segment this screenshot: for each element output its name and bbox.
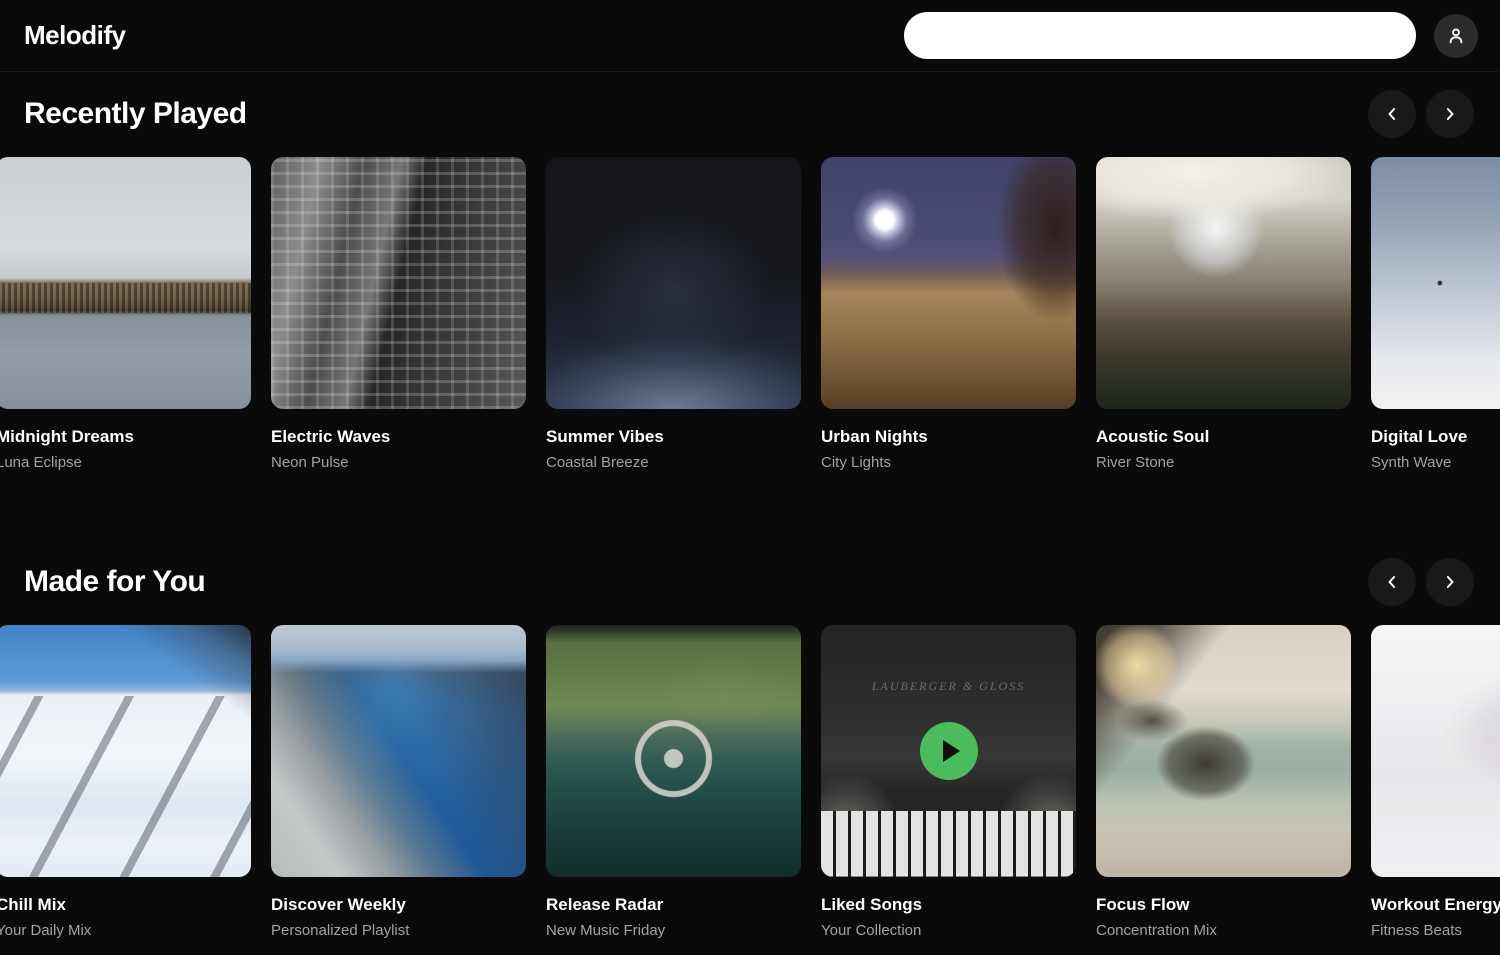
album-art xyxy=(546,157,801,409)
app-header: Melodify xyxy=(0,0,1500,72)
card-subtitle: Synth Wave xyxy=(1371,454,1500,472)
card-subtitle: Your Collection xyxy=(821,922,1076,940)
album-art xyxy=(271,625,526,877)
playlist-card-discover-weekly[interactable]: Discover Weekly Personalized Playlist xyxy=(271,625,526,940)
playlist-card-chill-mix[interactable]: Chill Mix Your Daily Mix xyxy=(0,625,251,940)
album-art xyxy=(1371,625,1500,877)
playlist-card-acoustic-soul[interactable]: Acoustic Soul River Stone xyxy=(1096,157,1351,472)
carousel-nav xyxy=(1368,90,1474,138)
carousel-nav xyxy=(1368,558,1474,606)
section-title: Recently Played xyxy=(24,96,247,132)
playlist-card-workout-energy[interactable]: Workout Energy Fitness Beats xyxy=(1371,625,1500,940)
playlist-card-digital-love[interactable]: Digital Love Synth Wave xyxy=(1371,157,1500,472)
album-art xyxy=(821,157,1076,409)
card-title: Chill Mix xyxy=(0,894,251,915)
main-content: Recently Played Midnight Dreams Luna Ecl… xyxy=(0,72,1500,940)
card-subtitle: Concentration Mix xyxy=(1096,922,1351,940)
album-art xyxy=(271,157,526,409)
playlist-card-release-radar[interactable]: Release Radar New Music Friday xyxy=(546,625,801,940)
section-recently-played: Recently Played Midnight Dreams Luna Ecl… xyxy=(0,72,1500,472)
search-input[interactable] xyxy=(904,12,1416,59)
card-title: Electric Waves xyxy=(271,426,526,447)
card-title: Focus Flow xyxy=(1096,894,1351,915)
user-profile-button[interactable] xyxy=(1434,14,1478,58)
card-subtitle: Coastal Breeze xyxy=(546,454,801,472)
section-title: Made for You xyxy=(24,564,205,600)
card-title: Urban Nights xyxy=(821,426,1076,447)
card-row-made-for-you: Chill Mix Your Daily Mix Discover Weekly… xyxy=(0,625,1500,940)
card-title: Release Radar xyxy=(546,894,801,915)
card-title: Workout Energy xyxy=(1371,894,1500,915)
play-button[interactable] xyxy=(920,722,978,780)
card-title: Liked Songs xyxy=(821,894,1076,915)
chevron-left-icon xyxy=(1382,104,1402,124)
card-subtitle: City Lights xyxy=(821,454,1076,472)
card-subtitle: Personalized Playlist xyxy=(271,922,526,940)
chevron-right-icon xyxy=(1440,572,1460,592)
card-title: Summer Vibes xyxy=(546,426,801,447)
playlist-card-midnight-dreams[interactable]: Midnight Dreams Luna Eclipse xyxy=(0,157,251,472)
card-title: Midnight Dreams xyxy=(0,426,251,447)
playlist-card-electric-waves[interactable]: Electric Waves Neon Pulse xyxy=(271,157,526,472)
card-row-recently-played: Midnight Dreams Luna Eclipse Electric Wa… xyxy=(0,157,1500,472)
playlist-card-focus-flow[interactable]: Focus Flow Concentration Mix xyxy=(1096,625,1351,940)
section-made-for-you: Made for You Chill Mix Your Daily Mix Di… xyxy=(0,540,1500,940)
carousel-prev-button[interactable] xyxy=(1368,90,1416,138)
album-art xyxy=(1096,625,1351,877)
card-subtitle: Luna Eclipse xyxy=(0,454,251,472)
piano-brand-text: LAUBERGER & GLOSS xyxy=(821,679,1076,694)
card-subtitle: River Stone xyxy=(1096,454,1351,472)
album-art xyxy=(0,625,251,877)
chevron-left-icon xyxy=(1382,572,1402,592)
app-logo: Melodify xyxy=(24,20,125,51)
card-subtitle: Neon Pulse xyxy=(271,454,526,472)
playlist-card-urban-nights[interactable]: Urban Nights City Lights xyxy=(821,157,1076,472)
card-subtitle: New Music Friday xyxy=(546,922,801,940)
album-art xyxy=(1096,157,1351,409)
album-art: LAUBERGER & GLOSS xyxy=(821,625,1076,877)
chevron-right-icon xyxy=(1440,104,1460,124)
album-art xyxy=(0,157,251,409)
card-subtitle: Your Daily Mix xyxy=(0,922,251,940)
user-icon xyxy=(1445,25,1467,47)
section-head: Made for You xyxy=(0,540,1500,606)
card-title: Acoustic Soul xyxy=(1096,426,1351,447)
card-title: Digital Love xyxy=(1371,426,1500,447)
card-subtitle: Fitness Beats xyxy=(1371,922,1500,940)
album-art xyxy=(546,625,801,877)
carousel-prev-button[interactable] xyxy=(1368,558,1416,606)
section-head: Recently Played xyxy=(0,72,1500,138)
play-icon xyxy=(943,740,960,762)
album-art xyxy=(1371,157,1500,409)
carousel-next-button[interactable] xyxy=(1426,558,1474,606)
card-title: Discover Weekly xyxy=(271,894,526,915)
playlist-card-summer-vibes[interactable]: Summer Vibes Coastal Breeze xyxy=(546,157,801,472)
carousel-next-button[interactable] xyxy=(1426,90,1474,138)
playlist-card-liked-songs[interactable]: LAUBERGER & GLOSS Liked Songs Your Colle… xyxy=(821,625,1076,940)
